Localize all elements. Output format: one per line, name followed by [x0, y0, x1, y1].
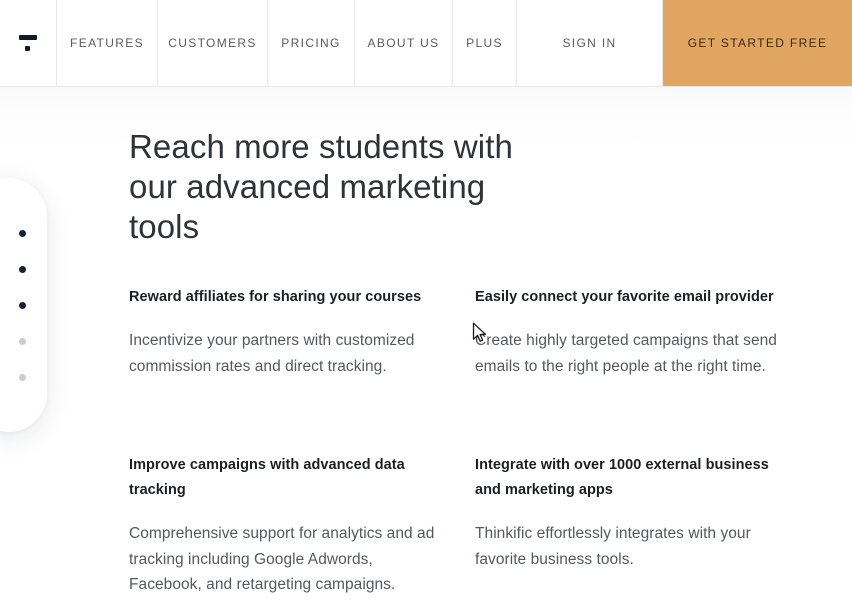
logo-dot-shape — [25, 46, 30, 51]
feature-card-data-tracking: Improve campaigns with advanced data tra… — [129, 453, 475, 598]
pagination-dot-3[interactable] — [19, 301, 26, 309]
site-logo[interactable] — [0, 0, 57, 86]
feature-title: Improve campaigns with advanced data tra… — [129, 457, 405, 498]
nav-item-customers[interactable]: CUSTOMERS — [158, 0, 268, 86]
page-title: Reach more students with our advanced ma… — [129, 128, 513, 246]
logo-bar-shape — [19, 35, 37, 40]
nav-item-customers-label: CUSTOMERS — [168, 36, 257, 50]
pagination-dot-2[interactable] — [19, 265, 26, 273]
thinkific-logo-icon — [19, 31, 37, 55]
feature-card-integrations: Integrate with over 1000 external busine… — [475, 453, 819, 598]
nav-item-features[interactable]: FEATURES — [57, 0, 158, 86]
feature-title: Easily connect your favorite email provi… — [475, 289, 774, 305]
feature-title: Integrate with over 1000 external busine… — [475, 457, 769, 498]
feature-card-affiliates: Reward affiliates for sharing your cours… — [129, 285, 475, 379]
features-grid: Reward affiliates for sharing your cours… — [129, 285, 819, 598]
section-pagination-dots — [0, 178, 47, 432]
pagination-dot-5[interactable] — [19, 373, 26, 381]
get-started-free-button[interactable]: GET STARTED FREE — [663, 0, 852, 86]
pagination-dot-1[interactable] — [19, 229, 26, 237]
nav-item-about-us[interactable]: ABOUT US — [355, 0, 453, 86]
get-started-free-label: GET STARTED FREE — [687, 36, 828, 50]
nav-item-plus-label: PLUS — [466, 36, 503, 50]
page-content: Reach more students with our advanced ma… — [0, 87, 852, 614]
nav-item-sign-in[interactable]: SIGN IN — [517, 0, 663, 86]
feature-card-email-provider: Easily connect your favorite email provi… — [475, 285, 819, 379]
nav-item-sign-in-label: SIGN IN — [562, 36, 617, 50]
nav-item-features-label: FEATURES — [70, 36, 144, 50]
nav-item-pricing[interactable]: PRICING — [268, 0, 355, 86]
feature-body: Incentivize your partners with customize… — [129, 332, 415, 375]
feature-body: Thinkific effortlessly integrates with y… — [475, 525, 751, 568]
features-row-2: Improve campaigns with advanced data tra… — [129, 453, 819, 598]
feature-title: Reward affiliates for sharing your cours… — [129, 289, 422, 305]
nav-item-about-us-label: ABOUT US — [367, 36, 440, 50]
nav-item-pricing-label: PRICING — [281, 36, 341, 50]
feature-body: Create highly targeted campaigns that se… — [475, 332, 777, 375]
pagination-dot-4[interactable] — [19, 337, 26, 345]
nav-item-plus[interactable]: PLUS — [453, 0, 517, 86]
top-navigation-bar: FEATURES CUSTOMERS PRICING ABOUT US PLUS… — [0, 0, 852, 87]
feature-body: Comprehensive support for analytics and … — [129, 525, 435, 593]
features-row-1: Reward affiliates for sharing your cours… — [129, 285, 819, 379]
